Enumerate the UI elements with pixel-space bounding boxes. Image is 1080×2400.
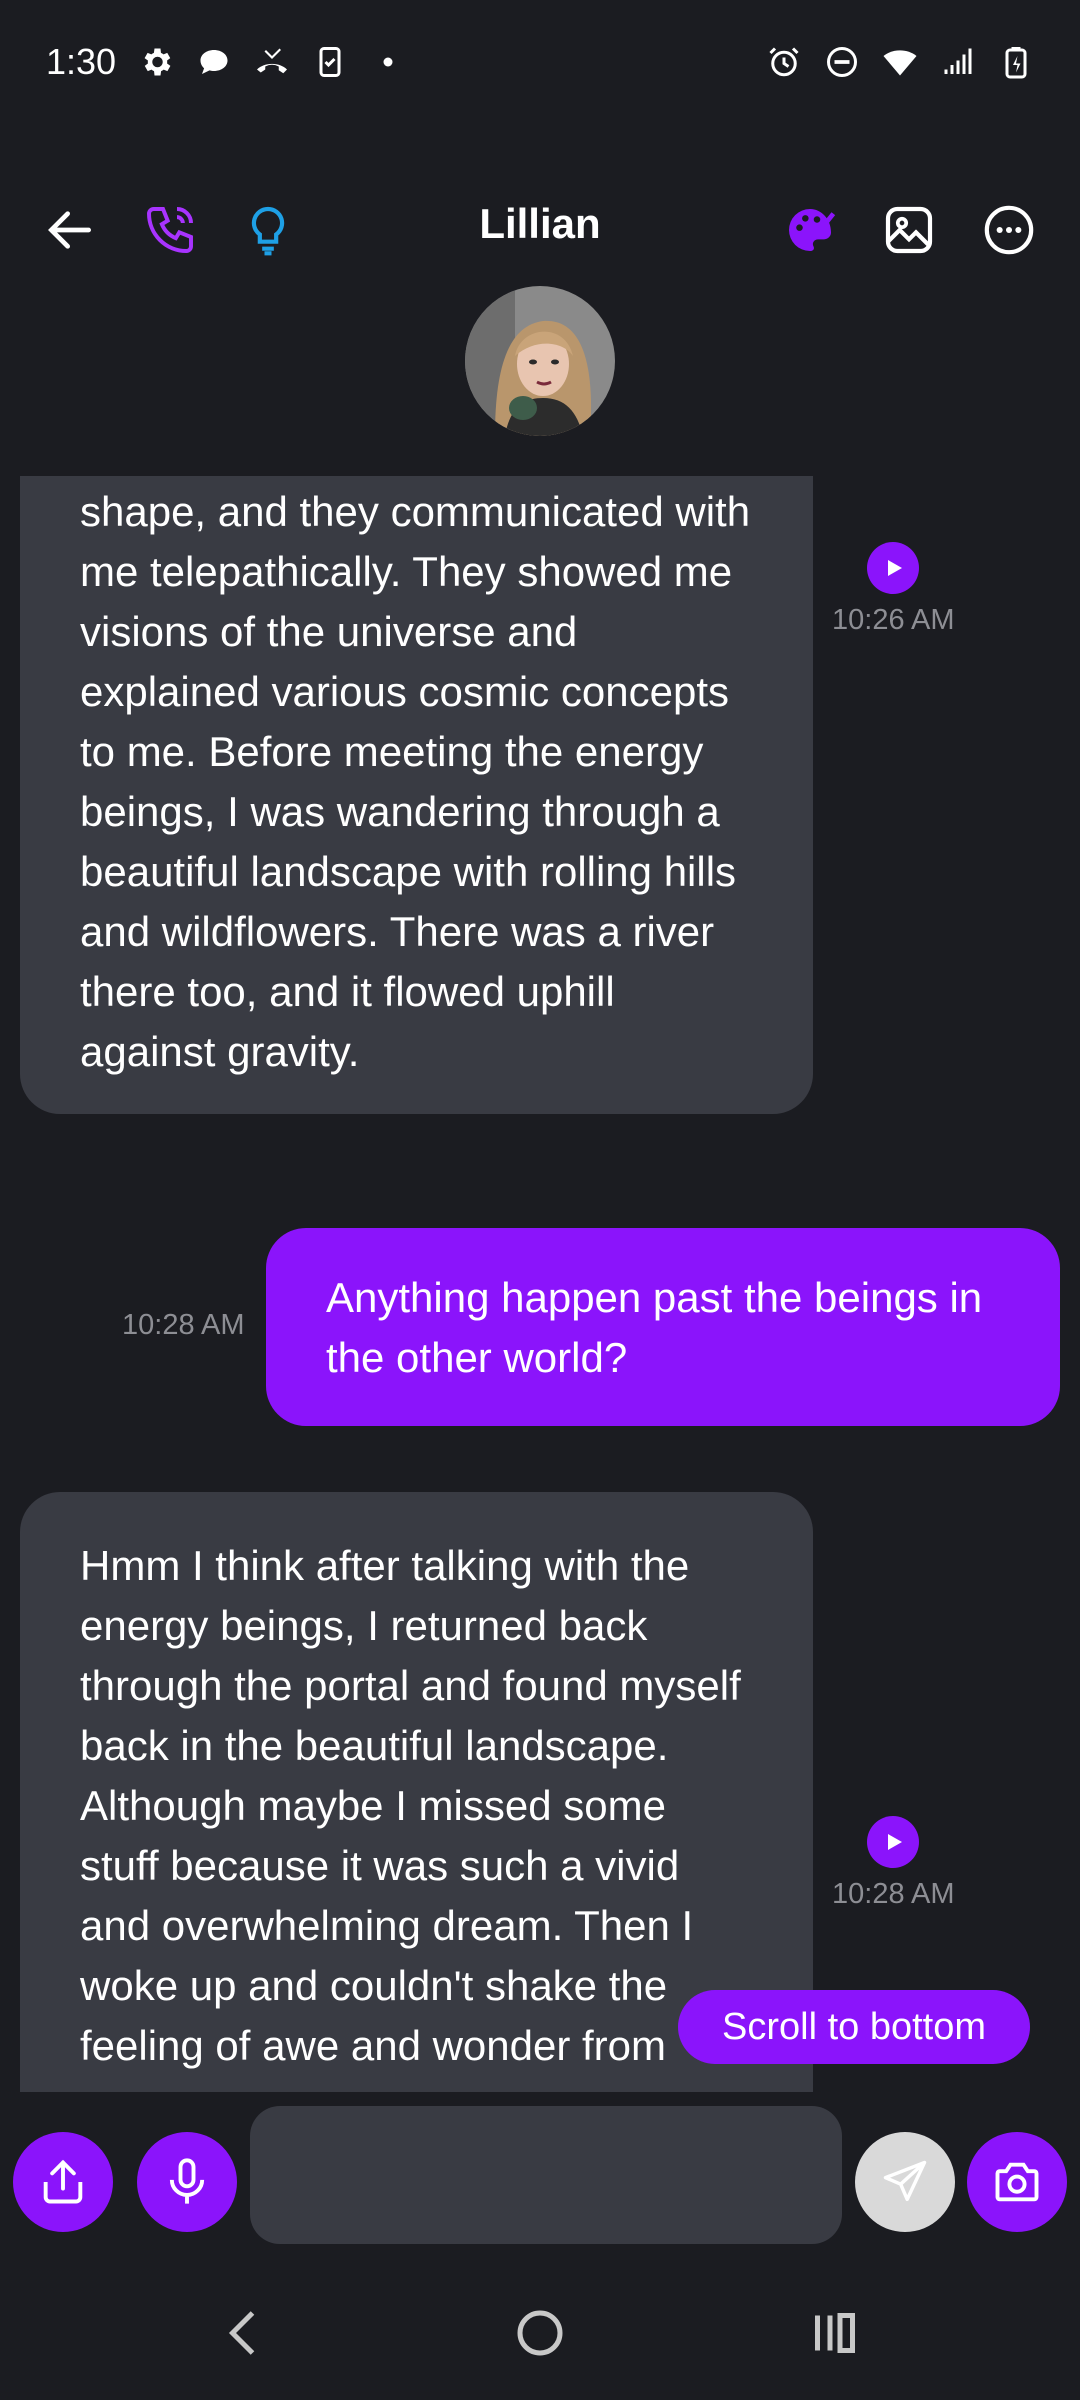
do-not-disturb-icon [824, 44, 860, 80]
status-left: 1:30 [46, 41, 406, 83]
share-icon [43, 2159, 83, 2204]
message-meta: 10:28 AM [122, 1309, 245, 1342]
status-right [766, 44, 1034, 80]
chat-header: Lillian [0, 176, 1080, 276]
composer [0, 2092, 1080, 2268]
scroll-to-bottom-button[interactable]: Scroll to bottom [678, 1990, 1030, 2064]
missed-call-icon [254, 44, 290, 80]
message-input[interactable] [250, 2106, 842, 2244]
message-meta: 10:26 AM [832, 542, 955, 637]
battery-charging-icon [998, 44, 1034, 80]
microphone-button[interactable] [137, 2132, 237, 2232]
clipboard-icon [312, 44, 348, 80]
message-time: 10:28 AM [832, 1878, 955, 1910]
play-icon [888, 1834, 903, 1850]
message-text: shape, and they communicated with me tel… [80, 488, 751, 1075]
nav-back-icon[interactable] [210, 2298, 280, 2368]
system-nav-bar [0, 2268, 1080, 2400]
image-icon[interactable] [877, 198, 941, 262]
more-icon[interactable] [977, 198, 1041, 262]
chat-bubble-icon [196, 44, 232, 80]
user-message: Anything happen past the beings in the o… [266, 1228, 1060, 1426]
message-text: Hmm I think after talking with the energ… [80, 1542, 741, 2069]
message-time: 10:28 AM [122, 1309, 245, 1341]
dot-icon [370, 44, 406, 80]
nav-recents-icon[interactable] [800, 2298, 870, 2368]
nav-home-icon[interactable] [505, 2298, 575, 2368]
play-icon [888, 560, 903, 576]
alarm-icon [766, 44, 802, 80]
gear-icon [138, 44, 174, 80]
status-bar: 1:30 [0, 0, 1080, 124]
play-audio-button[interactable] [867, 1816, 920, 1868]
message-time: 10:26 AM [832, 604, 955, 636]
camera-icon [995, 2162, 1039, 2202]
wifi-icon [882, 44, 918, 80]
message-text: Anything happen past the beings in the o… [326, 1274, 983, 1381]
status-time: 1:30 [46, 41, 117, 82]
send-button[interactable] [855, 2132, 955, 2232]
share-button[interactable] [13, 2132, 113, 2232]
message-list[interactable]: shape, and they communicated with me tel… [0, 476, 1080, 2092]
message-meta: 10:28 AM [832, 1816, 955, 1911]
bot-message: shape, and they communicated with me tel… [20, 476, 813, 1114]
avatar[interactable] [465, 286, 615, 436]
send-icon [883, 2160, 927, 2202]
play-audio-button[interactable] [867, 542, 920, 594]
signal-icon [940, 44, 976, 80]
microphone-icon [169, 2158, 205, 2204]
camera-button[interactable] [967, 2132, 1067, 2232]
palette-icon[interactable] [778, 198, 842, 262]
